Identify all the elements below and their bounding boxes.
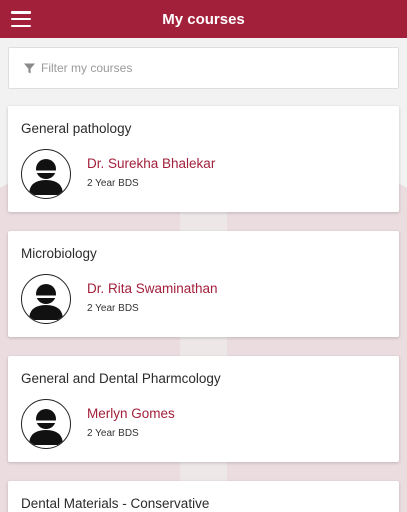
course-list: General pathology Dr. Surekha Bhalekar 2… <box>0 38 407 512</box>
course-year: 2 Year BDS <box>87 178 139 189</box>
course-card[interactable]: Microbiology Dr. Rita Swaminathan 2 Year… <box>8 231 399 337</box>
hamburger-menu-icon[interactable] <box>10 9 32 29</box>
course-card[interactable]: Dental Materials - Conservative <box>8 481 399 512</box>
avatar-icon <box>21 399 71 449</box>
teacher-name[interactable]: Dr. Surekha Bhalekar <box>87 156 215 171</box>
course-card[interactable]: General pathology Dr. Surekha Bhalekar 2… <box>8 106 399 212</box>
course-title: General pathology <box>21 121 132 136</box>
course-title: Microbiology <box>21 246 97 261</box>
course-title: Dental Materials - Conservative <box>21 496 210 511</box>
course-title: General and Dental Pharmcology <box>21 371 221 386</box>
course-card[interactable]: General and Dental Pharmcology Merlyn Go… <box>8 356 399 462</box>
teacher-name[interactable]: Dr. Rita Swaminathan <box>87 281 218 296</box>
avatar-icon <box>21 149 71 199</box>
filter-input[interactable] <box>41 61 371 75</box>
page-title: My courses <box>162 10 245 28</box>
teacher-name[interactable]: Merlyn Gomes <box>87 406 175 421</box>
avatar-icon <box>21 274 71 324</box>
filter-icon <box>24 63 35 73</box>
app-bar: My courses <box>0 0 407 38</box>
course-year: 2 Year BDS <box>87 303 139 314</box>
filter-box <box>8 47 399 89</box>
course-year: 2 Year BDS <box>87 428 139 439</box>
